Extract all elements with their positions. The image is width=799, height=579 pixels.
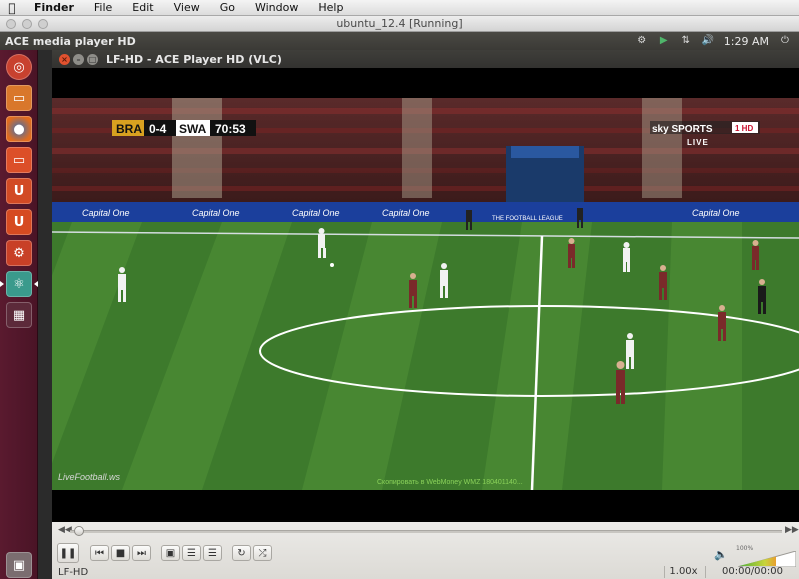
- vbox-titlebar: ubuntu_12.4 [Running]: [0, 16, 799, 32]
- live-label: LIVE: [687, 138, 709, 147]
- playlist-button[interactable]: ☰: [182, 545, 201, 561]
- workspace-switcher-icon[interactable]: ▦: [6, 302, 32, 328]
- system-settings-icon[interactable]: ⚙: [6, 240, 32, 266]
- volume-icon[interactable]: 🔊: [702, 35, 714, 47]
- loop-icon: ↻: [237, 547, 246, 559]
- time-display[interactable]: 00:00/00:00: [705, 566, 799, 578]
- ubuntu-top-panel: ACE media player HD ⚙ ▶ ⇅ 🔊 1:29 AM ⏻: [0, 32, 799, 50]
- vlc-window-title: LF-HD - ACE Player HD (VLC): [106, 52, 282, 66]
- mac-menubar:  Finder File Edit View Go Window Help: [0, 0, 799, 16]
- scoreboard: BRA 0-4 SWA 70:53: [112, 120, 256, 136]
- match-clock: 70:53: [215, 122, 246, 136]
- ubuntu-one-music-icon[interactable]: U: [6, 209, 32, 235]
- menu-file[interactable]: File: [84, 1, 122, 14]
- button-row: ❚❚ ⏮ ■ ⏭ ▣ ☰ ☰ ↻ ⤮: [52, 543, 799, 565]
- files-icon[interactable]: ▭: [6, 85, 32, 111]
- close-window-button[interactable]: [6, 19, 16, 29]
- active-app-title: ACE media player HD: [5, 34, 136, 48]
- menu-edit[interactable]: Edit: [122, 1, 163, 14]
- video-frame: Capital One Capital One Capital One Capi…: [52, 68, 799, 522]
- system-tray: ⚙ ▶ ⇅ 🔊 1:29 AM ⏻: [636, 35, 799, 48]
- previous-icon: ⏮: [95, 547, 104, 559]
- sky-sports-logo: sky SPORTS: [652, 124, 713, 135]
- shuffle-button[interactable]: ⤮: [253, 545, 272, 561]
- stream-name: LF-HD: [58, 567, 89, 578]
- home-team: BRA: [116, 122, 142, 136]
- ad-board-text: Capital One: [82, 208, 130, 218]
- equalizer-icon: ☰: [208, 547, 217, 559]
- transfer-arrows-icon[interactable]: ⇅: [680, 35, 692, 47]
- score: 0-4: [149, 122, 167, 136]
- seek-handle[interactable]: [74, 526, 84, 536]
- session-gear-icon[interactable]: ⏻: [779, 35, 791, 47]
- close-icon[interactable]: ×: [59, 53, 70, 65]
- ad-board-text: Capital One: [292, 208, 340, 218]
- fullscreen-icon: ▣: [165, 547, 176, 559]
- menu-window[interactable]: Window: [245, 1, 308, 14]
- network-icon[interactable]: ⚙: [636, 35, 648, 47]
- vbox-window-title: ubuntu_12.4 [Running]: [336, 17, 463, 30]
- dash-home-icon[interactable]: ◎: [6, 54, 32, 80]
- seek-forward-arrow-icon[interactable]: ▶▶: [785, 525, 799, 535]
- ad-board-text: Capital One: [692, 208, 740, 218]
- ticker-text: Скопировать в WebMoney WMZ 180401140...: [377, 479, 523, 486]
- firefox-icon[interactable]: ●: [6, 116, 32, 142]
- trash-icon[interactable]: ▣: [6, 552, 32, 578]
- vlc-controls: ◀◀ ▶▶ ❚❚ ⏮ ■ ⏭ ▣ ☰ ☰ ↻ ⤮ 🔈 100% LF-HD 1.…: [52, 522, 799, 579]
- status-bar: LF-HD 1.00x 00:00/00:00: [52, 566, 799, 579]
- window-controls: [6, 19, 48, 29]
- clock[interactable]: 1:29 AM: [724, 35, 769, 48]
- maximize-icon[interactable]: □: [87, 53, 98, 65]
- apple-menu-icon[interactable]: : [0, 1, 24, 15]
- stop-icon: ■: [115, 547, 126, 559]
- menu-view[interactable]: View: [164, 1, 210, 14]
- menu-finder[interactable]: Finder: [24, 1, 84, 14]
- ball: [330, 263, 334, 267]
- seek-bar[interactable]: [70, 530, 782, 533]
- extended-settings-button[interactable]: ☰: [203, 545, 222, 561]
- ace-stream-icon[interactable]: ▶: [658, 35, 670, 47]
- ad-board-text: Capital One: [382, 208, 430, 218]
- software-center-icon[interactable]: ▭: [6, 147, 32, 173]
- menu-help[interactable]: Help: [308, 1, 353, 14]
- playback-rate[interactable]: 1.00x: [664, 566, 702, 578]
- minimize-icon[interactable]: –: [73, 53, 84, 65]
- loop-button[interactable]: ↻: [232, 545, 251, 561]
- playlist-icon: ☰: [187, 547, 196, 559]
- channel-label: 1 HD: [735, 124, 753, 133]
- vlc-titlebar: × – □ LF-HD - ACE Player HD (VLC): [52, 50, 799, 68]
- seek-row: ◀◀ ▶▶: [52, 524, 799, 538]
- vlc-window: × – □ LF-HD - ACE Player HD (VLC) Capita…: [52, 50, 799, 579]
- next-button[interactable]: ⏭: [132, 545, 151, 561]
- pause-icon: ❚❚: [59, 547, 77, 559]
- minimize-window-button[interactable]: [22, 19, 32, 29]
- stop-button[interactable]: ■: [111, 545, 130, 561]
- ubuntu-one-icon[interactable]: U: [6, 178, 32, 204]
- away-team: SWA: [179, 122, 207, 136]
- zoom-window-button[interactable]: [38, 19, 48, 29]
- ad-board-text: THE FOOTBALL LEAGUE: [492, 216, 563, 222]
- volume-slider[interactable]: [738, 551, 796, 567]
- watermark: LiveFootball.ws: [58, 472, 121, 482]
- speaker-icon[interactable]: 🔈: [714, 548, 728, 561]
- next-icon: ⏭: [137, 547, 146, 559]
- video-area[interactable]: Capital One Capital One Capital One Capi…: [52, 68, 799, 522]
- ad-board-text: Capital One: [192, 208, 240, 218]
- ace-player-icon[interactable]: ⚛: [0, 271, 38, 297]
- ubuntu-launcher: ◎ ▭ ● ▭ U U ⚙ ⚛ ▦ ▣: [0, 50, 38, 579]
- menu-go[interactable]: Go: [210, 1, 245, 14]
- shuffle-icon: ⤮: [258, 547, 267, 559]
- play-pause-button[interactable]: ❚❚: [57, 543, 79, 563]
- previous-button[interactable]: ⏮: [90, 545, 109, 561]
- fullscreen-button[interactable]: ▣: [161, 545, 180, 561]
- vlc-window-buttons: × – □: [59, 53, 98, 65]
